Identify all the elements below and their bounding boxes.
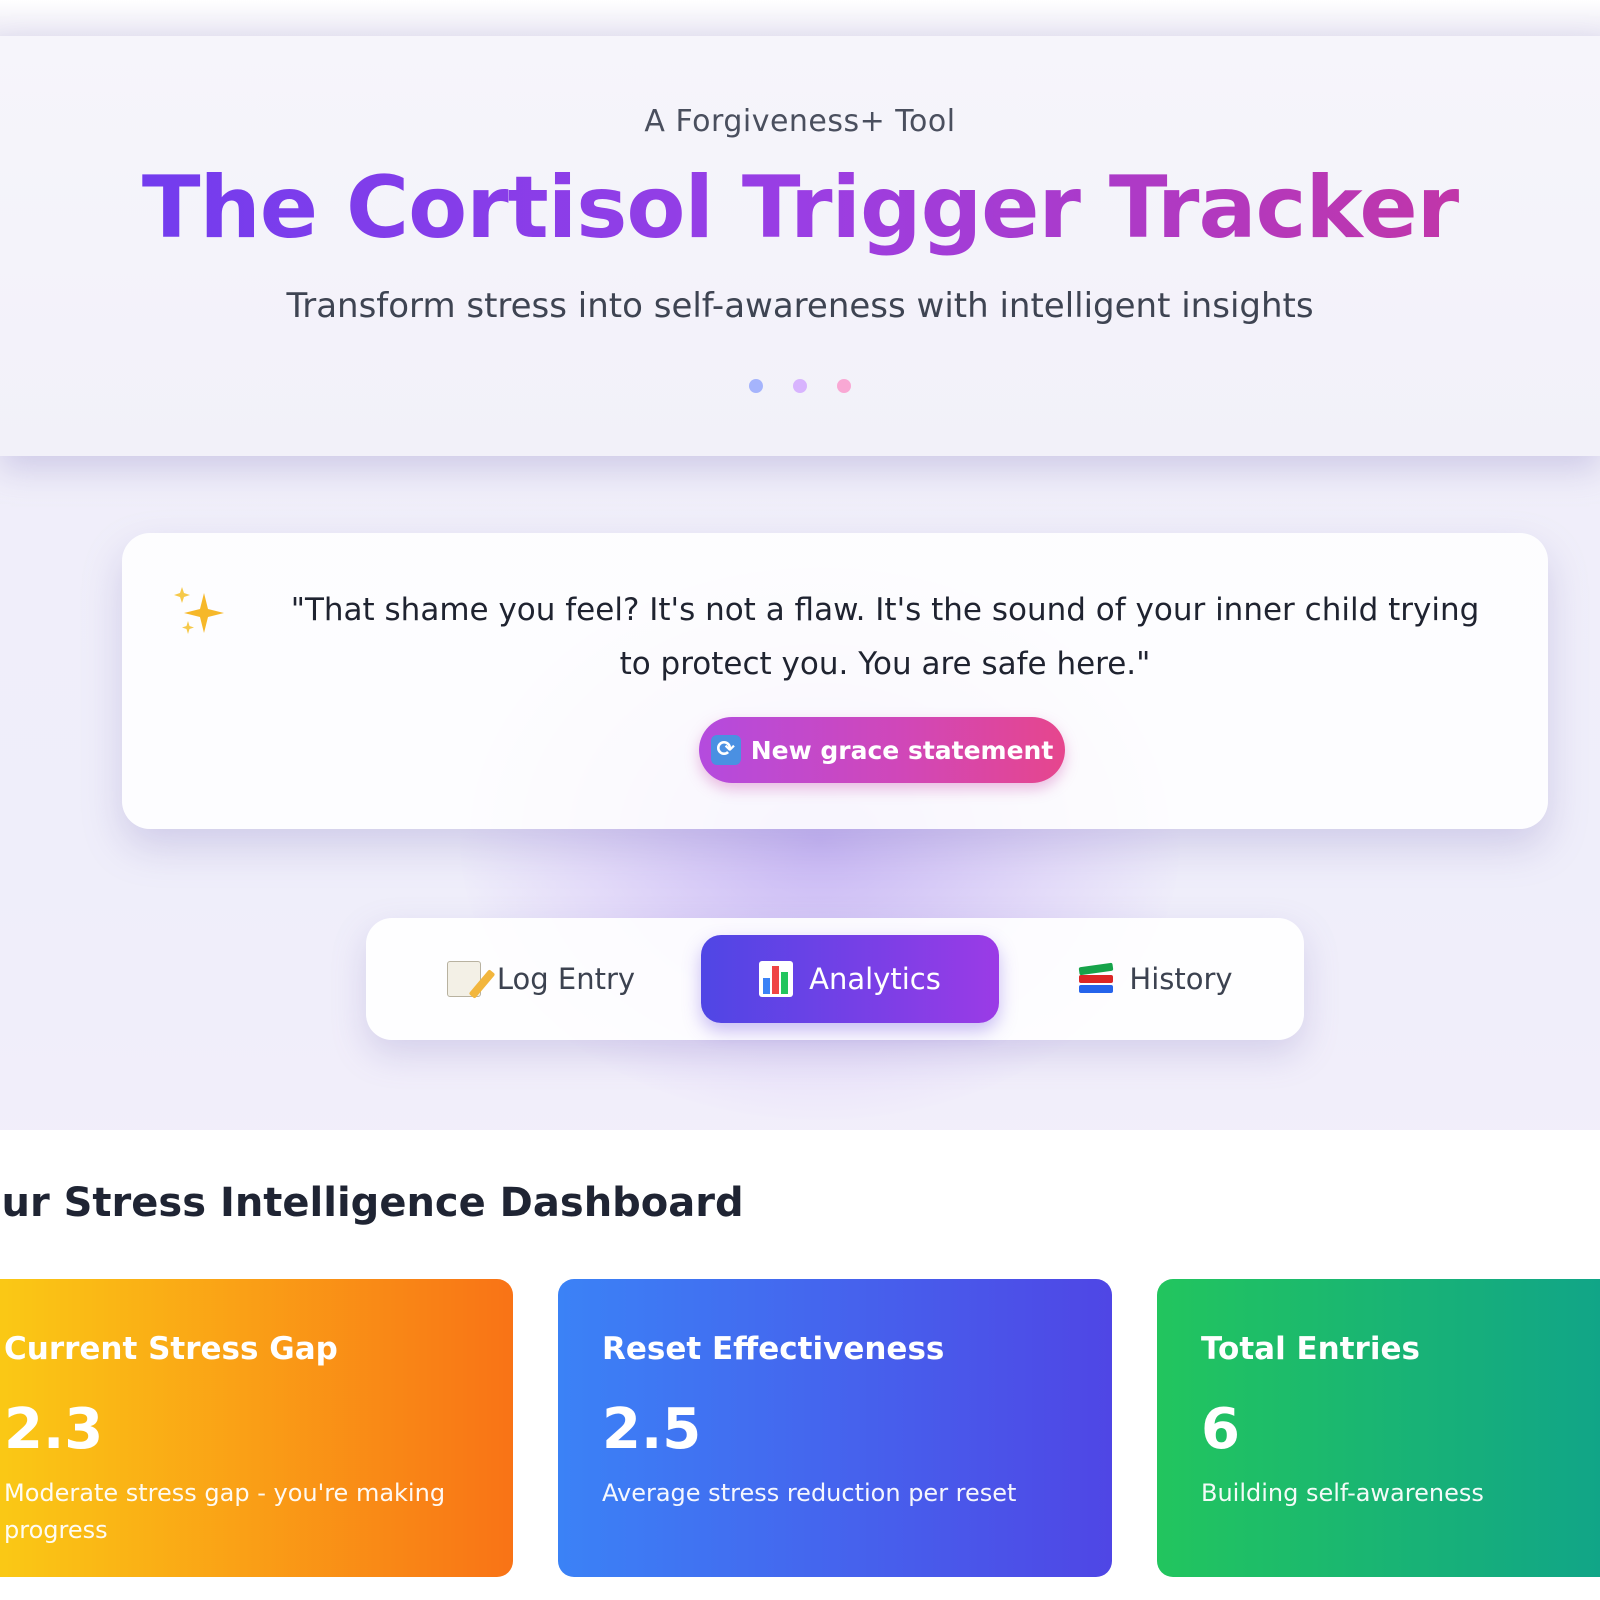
stat-card-total-entries: Total Entries 6 Building self-awareness	[1157, 1279, 1600, 1577]
header-subtitle: Transform stress into self-awareness wit…	[286, 286, 1314, 326]
dashboard-section: our Stress Intelligence Dashboard Curren…	[0, 1130, 1600, 1600]
dot-1	[749, 379, 763, 393]
tab-log-entry[interactable]: Log Entry	[416, 935, 666, 1023]
stat-value: 2.3	[4, 1397, 104, 1462]
stat-value: 6	[1201, 1397, 1240, 1462]
stat-card-reset-effectiveness: Reset Effectiveness 2.5 Average stress r…	[558, 1279, 1112, 1577]
stat-value: 2.5	[602, 1397, 702, 1462]
top-strip	[0, 0, 1600, 36]
tab-history[interactable]: History	[1036, 935, 1276, 1023]
header-eyebrow: A Forgiveness+ Tool	[644, 104, 956, 139]
dot-2	[793, 379, 807, 393]
decorative-dots	[0, 379, 1600, 393]
new-grace-statement-button[interactable]: ⟳ New grace statement	[699, 717, 1065, 783]
page-title: The Cortisol Trigger Tracker	[0, 158, 1600, 258]
tab-history-label: History	[1129, 962, 1233, 996]
tab-analytics-label: Analytics	[809, 962, 941, 996]
stat-description: Building self-awareness	[1201, 1479, 1484, 1507]
grace-card: "That shame you feel? It's not a flaw. I…	[122, 533, 1548, 829]
dashboard-title: our Stress Intelligence Dashboard	[0, 1180, 744, 1226]
books-icon	[1079, 962, 1114, 995]
stat-description: Average stress reduction per reset	[602, 1479, 1017, 1507]
refresh-icon: ⟳	[710, 735, 741, 765]
bar-chart-icon	[759, 961, 794, 997]
sparkles-icon	[170, 583, 230, 643]
stat-card-stress-gap: Current Stress Gap 2.3 Moderate stress g…	[0, 1279, 513, 1577]
stat-label: Total Entries	[1201, 1331, 1420, 1367]
tab-log-entry-label: Log Entry	[496, 962, 636, 996]
app-page: A Forgiveness+ Tool The Cortisol Trigger…	[0, 0, 1600, 1600]
grace-quote: "That shame you feel? It's not a flaw. I…	[290, 592, 1480, 682]
tab-bar: Log Entry Analytics History	[366, 918, 1304, 1040]
dot-3	[837, 379, 851, 393]
new-grace-statement-label: New grace statement	[750, 735, 1054, 765]
stat-description: Moderate stress gap - you're making prog…	[4, 1479, 446, 1544]
memo-icon	[446, 961, 481, 997]
stat-label: Current Stress Gap	[4, 1331, 338, 1367]
tab-analytics[interactable]: Analytics	[701, 935, 999, 1023]
header-card: A Forgiveness+ Tool The Cortisol Trigger…	[0, 36, 1600, 456]
stat-label: Reset Effectiveness	[602, 1331, 945, 1367]
